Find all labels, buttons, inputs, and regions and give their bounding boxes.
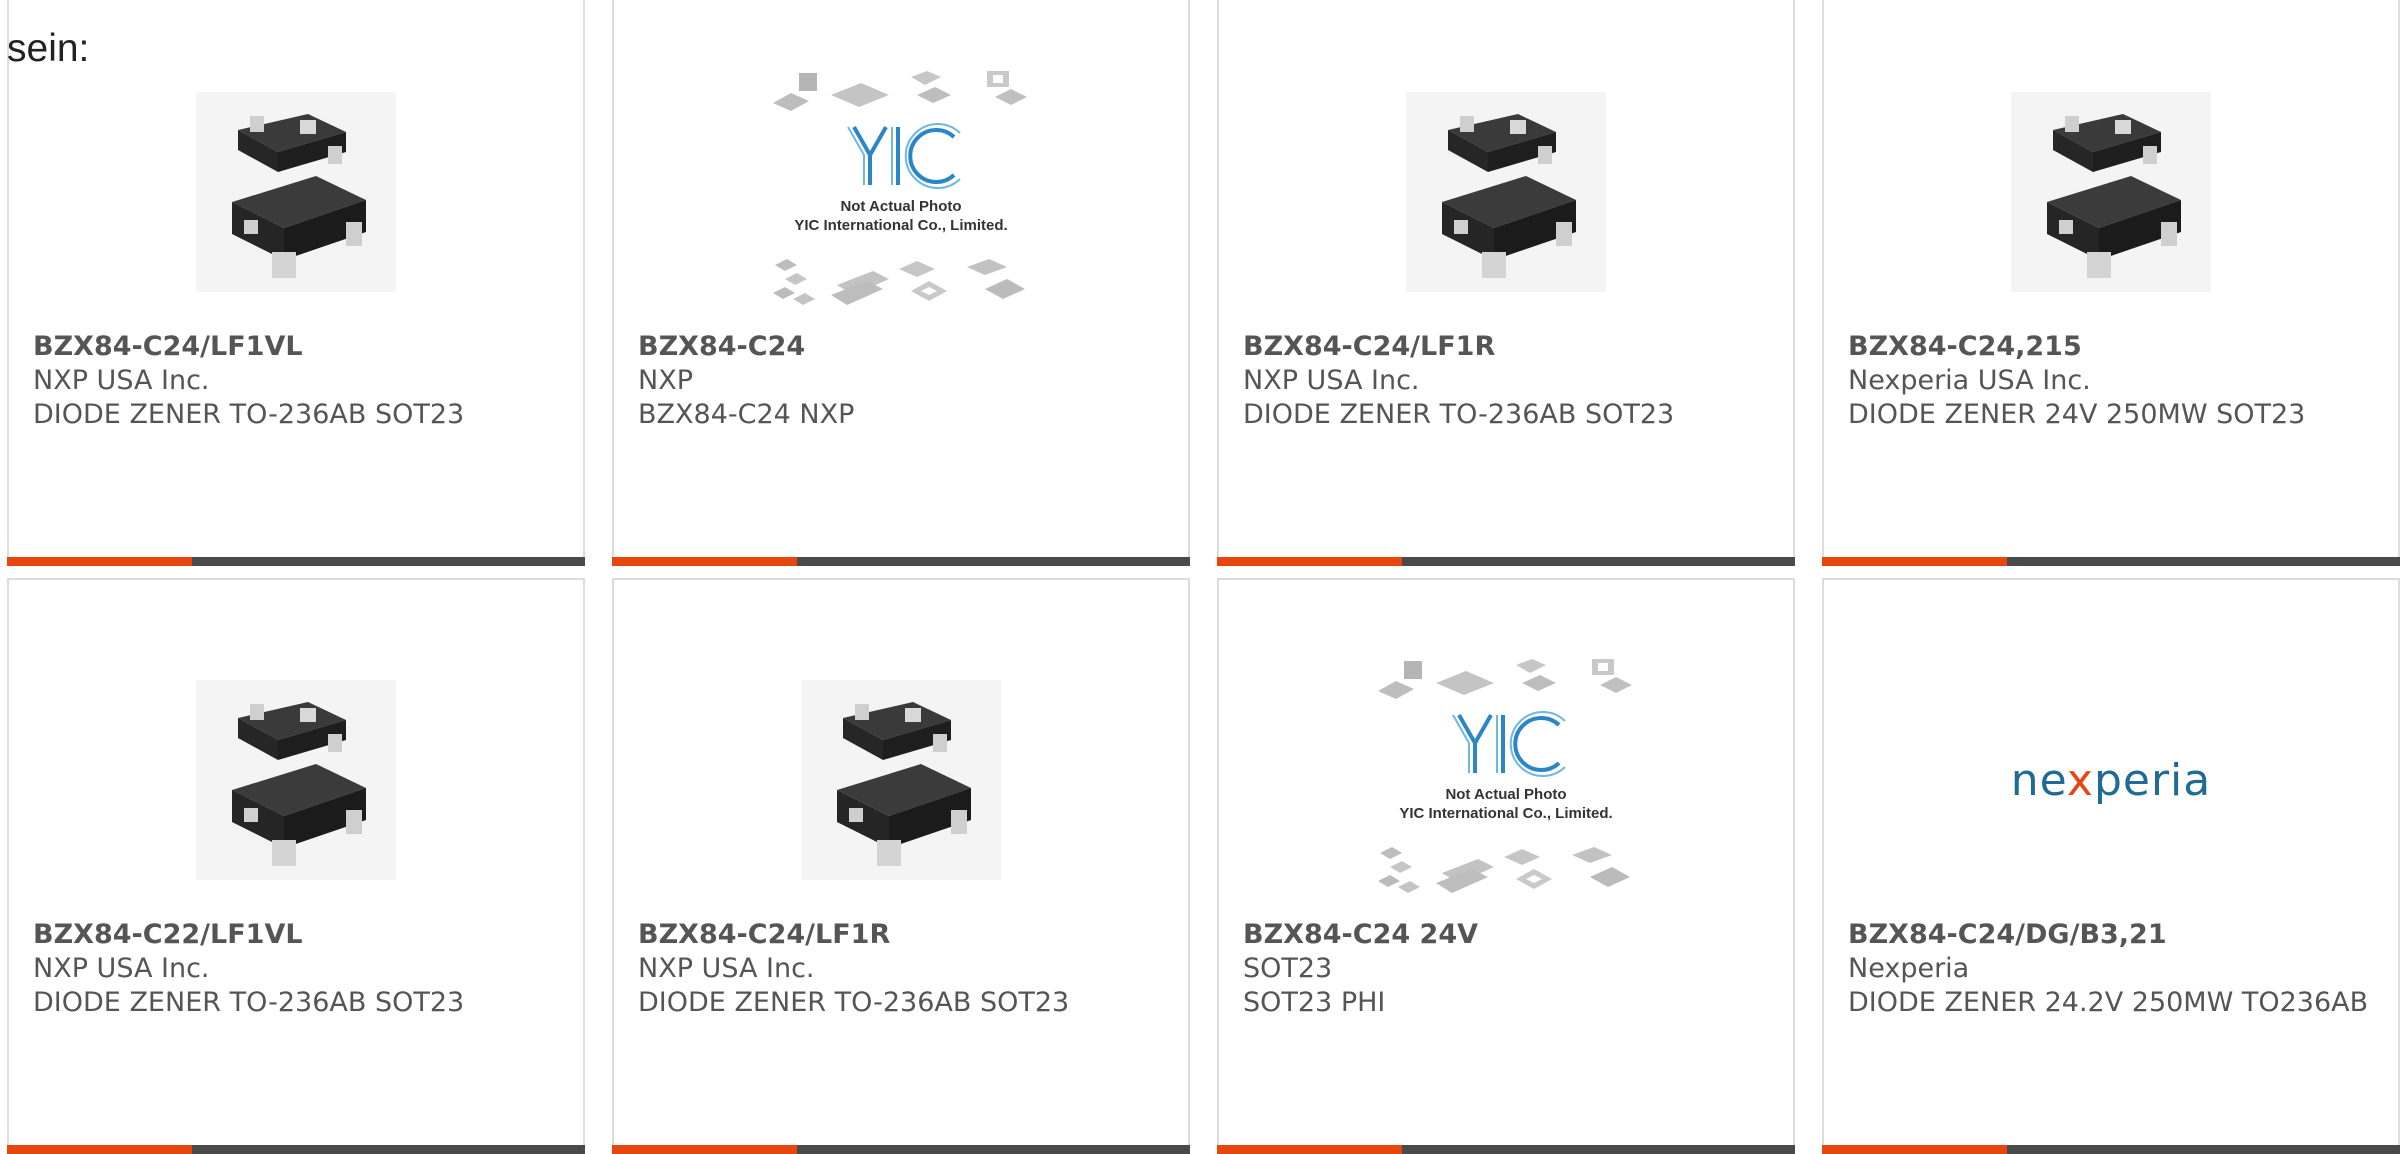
card-bottom-bar xyxy=(7,557,585,566)
card-accent-bar xyxy=(1217,1145,1402,1154)
sot23-chip-icon xyxy=(196,92,396,292)
product-description: DIODE ZENER 24V 250MW SOT23 xyxy=(1848,399,2306,430)
product-part-number[interactable]: BZX84-C24,215 xyxy=(1848,330,2378,364)
product-card[interactable]: Not Actual Photo YIC International Co., L… xyxy=(1217,578,1795,1154)
product-manufacturer: Nexperia xyxy=(1848,953,1970,984)
product-part-number[interactable]: BZX84-C24 xyxy=(638,330,1168,364)
product-manufacturer: SOT23 xyxy=(1243,953,1333,984)
product-image[interactable] xyxy=(9,650,583,910)
product-image[interactable] xyxy=(614,650,1188,910)
card-accent-bar xyxy=(1822,1145,2007,1154)
product-description: DIODE ZENER TO-236AB SOT23 xyxy=(33,399,465,430)
sot23-chip-icon xyxy=(801,680,1001,880)
product-part-number[interactable]: BZX84-C24 24V xyxy=(1243,918,1773,952)
card-bottom-bar xyxy=(1217,1145,1795,1154)
yic-placeholder-icon: Not Actual Photo YIC International Co., L… xyxy=(773,71,1027,305)
card-bottom-bar xyxy=(612,557,1190,566)
product-image[interactable] xyxy=(9,62,583,322)
card-accent-bar xyxy=(612,557,797,566)
product-info: BZX84-C24/LF1R NXP USA Inc. DIODE ZENER … xyxy=(638,918,1168,1020)
intro-text: sein: xyxy=(7,27,90,70)
not-actual-photo-label: Not Actual Photo xyxy=(1445,786,1566,803)
product-image[interactable]: Not Actual Photo YIC International Co., L… xyxy=(1219,650,1793,910)
card-bottom-bar xyxy=(7,1145,585,1154)
yic-company-label: YIC International Co., Limited. xyxy=(1399,805,1612,822)
card-accent-bar xyxy=(612,1145,797,1154)
product-info: BZX84-C24/LF1VL NXP USA Inc. DIODE ZENER… xyxy=(33,330,563,432)
product-card[interactable]: BZX84-C24/LF1R NXP USA Inc. DIODE ZENER … xyxy=(612,578,1190,1154)
product-image[interactable]: nexperia xyxy=(1824,650,2398,910)
product-description: SOT23 PHI xyxy=(1243,987,1386,1018)
card-bottom-bar xyxy=(612,1145,1190,1154)
product-card[interactable]: Not Actual Photo YIC International Co., L… xyxy=(612,0,1190,566)
product-image[interactable]: Not Actual Photo YIC International Co., L… xyxy=(614,62,1188,322)
product-info: BZX84-C24 NXP BZX84-C24 NXP xyxy=(638,330,1168,432)
product-description: DIODE ZENER TO-236AB SOT23 xyxy=(1243,399,1675,430)
product-card[interactable]: BZX84-C24/LF1VL NXP USA Inc. DIODE ZENER… xyxy=(7,0,585,566)
product-info: BZX84-C24/LF1R NXP USA Inc. DIODE ZENER … xyxy=(1243,330,1773,432)
product-card[interactable]: BZX84-C24,215 Nexperia USA Inc. DIODE ZE… xyxy=(1822,0,2400,566)
product-part-number[interactable]: BZX84-C24/LF1R xyxy=(638,918,1168,952)
sot23-chip-icon xyxy=(1406,92,1606,292)
product-manufacturer: NXP USA Inc. xyxy=(33,365,210,396)
product-info: BZX84-C24,215 Nexperia USA Inc. DIODE ZE… xyxy=(1848,330,2378,432)
sot23-chip-icon xyxy=(2011,92,2211,292)
card-bottom-bar xyxy=(1217,557,1795,566)
product-description: BZX84-C24 NXP xyxy=(638,399,855,430)
product-info: BZX84-C22/LF1VL NXP USA Inc. DIODE ZENER… xyxy=(33,918,563,1020)
product-manufacturer: NXP xyxy=(638,365,693,396)
sot23-chip-icon xyxy=(196,680,396,880)
product-part-number[interactable]: BZX84-C24/LF1R xyxy=(1243,330,1773,364)
product-description: DIODE ZENER 24.2V 250MW TO236AB xyxy=(1848,987,2369,1018)
product-part-number[interactable]: BZX84-C24/DG/B3,21 xyxy=(1848,918,2378,952)
product-manufacturer: NXP USA Inc. xyxy=(33,953,210,984)
yic-company-label: YIC International Co., Limited. xyxy=(794,217,1007,234)
card-accent-bar xyxy=(1822,557,2007,566)
product-card[interactable]: BZX84-C22/LF1VL NXP USA Inc. DIODE ZENER… xyxy=(7,578,585,1154)
card-accent-bar xyxy=(7,1145,192,1154)
nexperia-logo: nexperia xyxy=(2010,754,2212,806)
product-manufacturer: NXP USA Inc. xyxy=(1243,365,1420,396)
card-bottom-bar xyxy=(1822,1145,2400,1154)
not-actual-photo-label: Not Actual Photo xyxy=(840,198,961,215)
product-part-number[interactable]: BZX84-C24/LF1VL xyxy=(33,330,563,364)
product-info: BZX84-C24 24V SOT23 SOT23 PHI xyxy=(1243,918,1773,1020)
product-manufacturer: Nexperia USA Inc. xyxy=(1848,365,2091,396)
card-bottom-bar xyxy=(1822,557,2400,566)
product-card[interactable]: BZX84-C24/LF1R NXP USA Inc. DIODE ZENER … xyxy=(1217,0,1795,566)
product-image[interactable] xyxy=(1824,62,2398,322)
product-card[interactable]: nexperia BZX84-C24/DG/B3,21 Nexperia DIO… xyxy=(1822,578,2400,1154)
product-manufacturer: NXP USA Inc. xyxy=(638,953,815,984)
product-description: DIODE ZENER TO-236AB SOT23 xyxy=(638,987,1070,1018)
product-image[interactable] xyxy=(1219,62,1793,322)
product-info: BZX84-C24/DG/B3,21 Nexperia DIODE ZENER … xyxy=(1848,918,2378,1020)
card-accent-bar xyxy=(7,557,192,566)
product-description: DIODE ZENER TO-236AB SOT23 xyxy=(33,987,465,1018)
yic-placeholder-icon: Not Actual Photo YIC International Co., L… xyxy=(1378,659,1632,893)
card-accent-bar xyxy=(1217,557,1402,566)
product-part-number[interactable]: BZX84-C22/LF1VL xyxy=(33,918,563,952)
